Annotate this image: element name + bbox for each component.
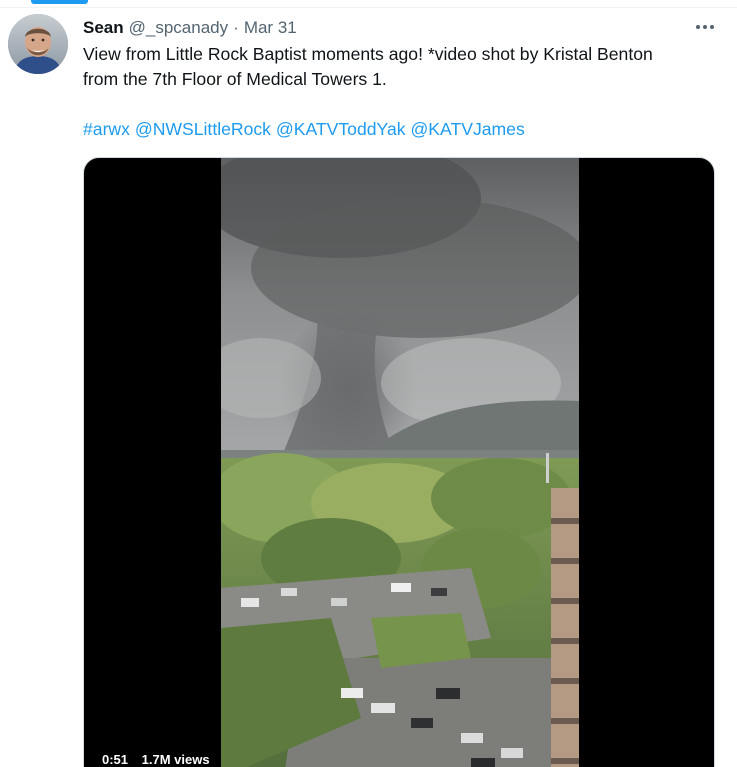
mention-link[interactable]: @KATVToddYak xyxy=(276,119,406,139)
video-info-badge: 0:51 1.7M views xyxy=(94,750,218,767)
header-separator: · xyxy=(233,18,239,37)
author-handle[interactable]: @_spcanady xyxy=(129,16,229,40)
user-avatar-image xyxy=(8,14,68,74)
tweet-page: Sean @_spcanady · Mar 31 View from Littl… xyxy=(0,0,737,767)
video-player[interactable]: 0:51 1.7M views xyxy=(83,157,715,767)
author-name[interactable]: Sean xyxy=(83,16,124,40)
tweet-text-line: View from Little Rock Baptist moments ag… xyxy=(83,44,653,64)
tweet-text: View from Little Rock Baptist moments ag… xyxy=(83,42,723,92)
tweet-text-line: from the 7th Floor of Medical Towers 1. xyxy=(83,69,387,89)
video-views: 1.7M views xyxy=(141,752,210,767)
avatar[interactable] xyxy=(8,14,68,74)
more-dots-icon xyxy=(696,25,714,29)
video-thumbnail xyxy=(221,158,579,767)
more-options-button[interactable] xyxy=(690,15,720,39)
mention-link[interactable]: @NWSLittleRock xyxy=(135,119,271,139)
active-tab-indicator xyxy=(31,0,88,4)
mention-link[interactable]: @KATVJames xyxy=(410,119,524,139)
video-duration: 0:51 xyxy=(102,752,129,767)
tweet-header: Sean @_spcanady · Mar 31 xyxy=(83,16,297,40)
tweet-timestamp[interactable]: Mar 31 xyxy=(244,16,297,40)
divider xyxy=(0,7,737,8)
hashtag-link[interactable]: #arwx xyxy=(83,119,130,139)
tweet-tags: #arwx @NWSLittleRock @KATVToddYak @KATVJ… xyxy=(83,117,525,142)
